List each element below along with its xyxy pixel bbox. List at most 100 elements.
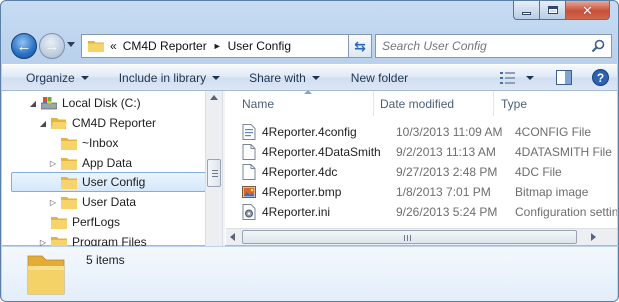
file-row[interactable]: 4Reporter.ini 9/26/2013 5:24 PM Configur… <box>242 202 617 222</box>
tree-item-local-disk[interactable]: ◢ Local Disk (C:) <box>28 93 141 113</box>
new-folder-label: New folder <box>350 70 409 85</box>
column-headers: Name Date modified Type <box>226 91 617 116</box>
tree-item-user-config[interactable]: User Config <box>11 172 206 192</box>
tree-item-user-data[interactable]: ▷ User Data <box>48 192 136 212</box>
details-view-icon <box>500 71 515 84</box>
file-name: 4Reporter.bmp <box>262 185 342 199</box>
folder-icon <box>61 196 77 209</box>
scroll-up-icon[interactable] <box>210 95 218 100</box>
caption-buttons: ✕ <box>513 1 610 21</box>
folder-icon <box>51 236 67 246</box>
search-box[interactable] <box>375 34 612 58</box>
preview-pane-button[interactable] <box>556 70 572 85</box>
file-date: 1/8/2013 7:01 PM <box>396 185 491 199</box>
file-type: 4CONFIG File <box>515 125 592 139</box>
content-area: ◢ Local Disk (C:) ◢ CM4D Reporter ~Inbox… <box>2 91 617 246</box>
recent-pages-dropdown[interactable] <box>67 42 75 47</box>
tree-item-label: ~Inbox <box>82 136 119 150</box>
expand-icon[interactable]: ▷ <box>38 238 48 247</box>
folder-icon <box>61 157 77 170</box>
share-with-menu[interactable]: Share with <box>229 65 329 90</box>
minimize-button[interactable] <box>513 1 540 20</box>
collapse-icon[interactable]: ◢ <box>38 119 48 128</box>
breadcrumb-cm4d-reporter[interactable]: CM4D Reporter <box>123 39 207 53</box>
chevron-down-icon[interactable] <box>526 75 534 80</box>
maximize-button[interactable] <box>540 1 566 20</box>
help-button[interactable]: ? <box>592 69 609 86</box>
chevron-down-icon <box>212 75 221 80</box>
thumb-grip <box>212 170 218 171</box>
scrollbar-thumb[interactable] <box>207 159 221 187</box>
thumb-grip <box>212 176 218 177</box>
file-name: 4Reporter.ini <box>262 205 331 219</box>
column-header-label: Date modified <box>380 96 455 111</box>
scroll-right-icon[interactable] <box>591 233 596 241</box>
breadcrumb-separator-icon[interactable]: ► <box>213 41 222 51</box>
file-name: 4Reporter.4dc <box>262 165 338 179</box>
organize-label: Organize <box>26 70 75 85</box>
column-header-type[interactable]: Type <box>494 91 617 116</box>
thumb-grip <box>212 173 218 174</box>
address-overflow[interactable]: « <box>110 39 117 53</box>
file-row[interactable]: 4Reporter.bmp 1/8/2013 7:01 PM Bitmap im… <box>242 182 617 202</box>
scroll-left-icon[interactable] <box>230 233 235 241</box>
organize-menu[interactable]: Organize <box>2 65 98 90</box>
expand-icon[interactable]: ▷ <box>48 198 58 207</box>
column-header-name[interactable]: Name <box>226 91 374 116</box>
tree-item-label: App Data <box>82 156 133 170</box>
scrollbar-thumb[interactable] <box>242 230 577 244</box>
details-pane: 5 items <box>2 247 617 301</box>
include-in-library-menu[interactable]: Include in library <box>98 65 229 90</box>
thumb-grip <box>410 235 411 241</box>
file-date: 9/2/2013 11:13 AM <box>396 145 496 159</box>
new-folder-button[interactable]: New folder <box>329 65 417 90</box>
preview-pane-icon <box>556 70 572 85</box>
file-list: Name Date modified Type 4Reporter.4confi… <box>226 91 617 246</box>
bitmap-file-icon <box>242 186 256 198</box>
folder-icon <box>61 137 77 150</box>
refresh-icon: ⇆ <box>354 37 366 54</box>
search-input[interactable] <box>382 36 592 56</box>
file-type: 4DATASMITH File <box>515 145 612 159</box>
file-type: Configuration settings <box>515 205 617 219</box>
sort-ascending-icon <box>304 91 312 94</box>
file-row[interactable]: 4Reporter.4dc 9/27/2013 2:48 PM 4DC File <box>242 162 617 182</box>
drive-icon <box>41 96 57 109</box>
view-controls: ? <box>486 65 609 90</box>
navigation-pane-scrollbar[interactable] <box>205 91 222 246</box>
file-row[interactable]: 4Reporter.4DataSmith 9/2/2013 11:13 AM 4… <box>242 142 617 162</box>
address-bar[interactable]: « CM4D Reporter ► User Config <box>81 34 372 58</box>
search-icon[interactable] <box>591 39 605 53</box>
close-button[interactable]: ✕ <box>566 1 610 20</box>
minimize-icon <box>522 11 531 15</box>
breadcrumb-user-config[interactable]: User Config <box>228 39 291 53</box>
tree-item-program-files[interactable]: ▷ Program Files <box>38 232 147 246</box>
file-date: 10/3/2013 11:09 AM <box>396 125 503 139</box>
config-file-icon <box>242 124 256 140</box>
expand-icon[interactable]: ▷ <box>48 159 58 168</box>
thumb-grip <box>404 235 405 241</box>
navigation-pane: ◢ Local Disk (C:) ◢ CM4D Reporter ~Inbox… <box>2 91 223 246</box>
column-header-label: Type <box>501 96 528 111</box>
tree-item-inbox[interactable]: ~Inbox <box>48 133 118 153</box>
collapse-icon[interactable]: ◢ <box>28 99 38 108</box>
back-button[interactable]: ← <box>11 33 37 59</box>
file-date: 9/27/2013 2:48 PM <box>396 165 498 179</box>
include-in-library-label: Include in library <box>118 70 207 85</box>
file-list-scrollbar[interactable] <box>226 228 617 245</box>
pane-splitter[interactable] <box>222 91 225 246</box>
file-row[interactable]: 4Reporter.4config 10/3/2013 11:09 AM 4CO… <box>242 122 617 142</box>
blank-file-icon <box>242 164 256 180</box>
forward-button[interactable]: → <box>39 33 65 59</box>
refresh-button[interactable]: ⇆ <box>348 34 372 58</box>
change-view-button[interactable] <box>500 71 534 84</box>
column-header-label: Name <box>242 96 275 111</box>
tree-item-perflogs[interactable]: PerfLogs <box>38 212 120 232</box>
chevron-down-icon <box>311 75 320 80</box>
tree-item-cm4d-reporter[interactable]: ◢ CM4D Reporter <box>38 113 156 133</box>
folder-icon <box>61 176 77 189</box>
tree-item-app-data[interactable]: ▷ App Data <box>48 153 132 173</box>
folder-icon <box>88 41 104 52</box>
file-type: 4DC File <box>515 165 562 179</box>
column-header-date[interactable]: Date modified <box>374 91 494 116</box>
